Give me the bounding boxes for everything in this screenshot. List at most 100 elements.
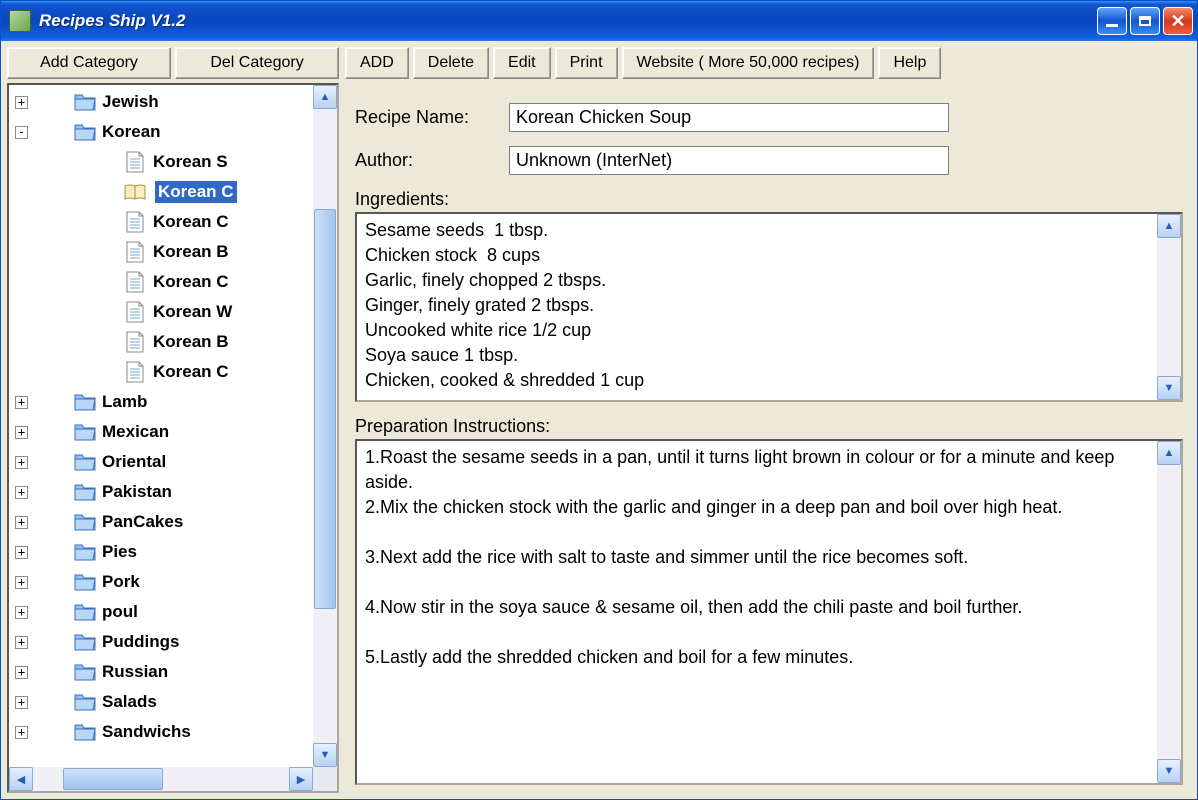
tree-item-label[interactable]: Korean C	[153, 212, 229, 232]
expand-toggle[interactable]: +	[15, 396, 28, 409]
scroll-thumb[interactable]	[63, 768, 163, 790]
del-category-button[interactable]: Del Category	[175, 47, 339, 79]
tree-item-label[interactable]: Jewish	[102, 92, 159, 112]
scroll-up-icon[interactable]: ▲	[313, 85, 337, 109]
category-tree[interactable]: + Jewish - Korean Korean S Korean C Korean C Ko…	[7, 83, 339, 793]
tree-vertical-scrollbar[interactable]: ▲ ▼	[313, 85, 337, 767]
title-bar[interactable]: Recipes Ship V1.2 ✕	[1, 1, 1197, 41]
expand-toggle[interactable]: +	[15, 426, 28, 439]
scroll-up-icon[interactable]: ▲	[1157, 441, 1181, 465]
expand-toggle[interactable]: +	[15, 486, 28, 499]
scroll-right-icon[interactable]: ▶	[289, 767, 313, 791]
tree-category[interactable]: + Lamb	[15, 387, 311, 417]
document-icon	[125, 211, 145, 233]
tree-item-label[interactable]: poul	[102, 602, 138, 622]
close-button[interactable]: ✕	[1163, 7, 1193, 35]
tree-item-label[interactable]: Korean W	[153, 302, 232, 322]
tree-item-label[interactable]: Puddings	[102, 632, 179, 652]
scroll-up-icon[interactable]: ▲	[1157, 214, 1181, 238]
tree-recipe-item[interactable]: Korean B	[15, 237, 311, 267]
expand-toggle[interactable]: +	[15, 96, 28, 109]
tree-category[interactable]: - Korean	[15, 117, 311, 147]
document-icon	[125, 241, 145, 263]
tree-horizontal-scrollbar[interactable]: ◀ ▶	[9, 767, 313, 791]
scroll-corner	[313, 767, 337, 791]
tree-item-label[interactable]: Korean C	[153, 362, 229, 382]
expand-toggle[interactable]: +	[15, 606, 28, 619]
tree-recipe-item[interactable]: Korean B	[15, 327, 311, 357]
scroll-down-icon[interactable]: ▼	[1157, 759, 1181, 783]
tree-item-label[interactable]: Pies	[102, 542, 137, 562]
help-button[interactable]: Help	[878, 47, 941, 79]
tree-item-label[interactable]: Korean C	[153, 272, 229, 292]
tree-category[interactable]: + poul	[15, 597, 311, 627]
folder-icon	[74, 453, 96, 471]
tree-recipe-item[interactable]: Korean W	[15, 297, 311, 327]
tree-item-label[interactable]: Mexican	[102, 422, 169, 442]
folder-icon	[74, 693, 96, 711]
minimize-button[interactable]	[1097, 7, 1127, 35]
tree-category[interactable]: + Russian	[15, 657, 311, 687]
tree-item-label[interactable]: Korean S	[153, 152, 228, 172]
tree-item-label[interactable]: Korean	[102, 122, 161, 142]
add-button[interactable]: ADD	[345, 47, 409, 79]
tree-item-label[interactable]: Lamb	[102, 392, 147, 412]
tree-category[interactable]: + PanCakes	[15, 507, 311, 537]
tree-category[interactable]: + Salads	[15, 687, 311, 717]
ingredients-textarea[interactable]: Sesame seeds 1 tbsp. Chicken stock 8 cup…	[355, 212, 1183, 402]
edit-button[interactable]: Edit	[493, 47, 551, 79]
instructions-textarea[interactable]: 1.Roast the sesame seeds in a pan, until…	[355, 439, 1183, 785]
instructions-scrollbar[interactable]: ▲ ▼	[1157, 441, 1181, 783]
tree-item-label[interactable]: Pork	[102, 572, 140, 592]
expand-toggle[interactable]: +	[15, 696, 28, 709]
tree-recipe-item[interactable]: Korean C	[15, 267, 311, 297]
expand-toggle[interactable]: +	[15, 576, 28, 589]
tree-recipe-item[interactable]: Korean C	[15, 357, 311, 387]
tree-category[interactable]: + Puddings	[15, 627, 311, 657]
document-icon	[125, 331, 145, 353]
folder-icon	[74, 123, 96, 141]
tree-item-label[interactable]: Oriental	[102, 452, 166, 472]
scroll-left-icon[interactable]: ◀	[9, 767, 33, 791]
tree-item-label[interactable]: Pakistan	[102, 482, 172, 502]
expand-toggle[interactable]: +	[15, 666, 28, 679]
tree-item-label[interactable]: Korean B	[153, 242, 229, 262]
folder-icon	[74, 423, 96, 441]
scroll-down-icon[interactable]: ▼	[313, 743, 337, 767]
recipe-name-input[interactable]: Korean Chicken Soup	[509, 103, 949, 132]
scroll-down-icon[interactable]: ▼	[1157, 376, 1181, 400]
tree-category[interactable]: + Oriental	[15, 447, 311, 477]
tree-category[interactable]: + Jewish	[15, 87, 311, 117]
scroll-thumb[interactable]	[314, 209, 336, 609]
add-category-button[interactable]: Add Category	[7, 47, 171, 79]
instructions-content[interactable]: 1.Roast the sesame seeds in a pan, until…	[357, 441, 1157, 783]
expand-toggle[interactable]: +	[15, 636, 28, 649]
expand-toggle[interactable]: +	[15, 726, 28, 739]
ingredients-scrollbar[interactable]: ▲ ▼	[1157, 214, 1181, 400]
expand-toggle[interactable]: +	[15, 546, 28, 559]
tree-item-label[interactable]: Korean B	[153, 332, 229, 352]
ingredients-content[interactable]: Sesame seeds 1 tbsp. Chicken stock 8 cup…	[357, 214, 1157, 400]
tree-category[interactable]: + Pork	[15, 567, 311, 597]
tree-category[interactable]: + Sandwichs	[15, 717, 311, 747]
tree-recipe-item[interactable]: Korean S	[15, 147, 311, 177]
delete-button[interactable]: Delete	[413, 47, 489, 79]
expand-toggle[interactable]: +	[15, 516, 28, 529]
tree-item-label[interactable]: Russian	[102, 662, 168, 682]
tree-recipe-item[interactable]: Korean C	[15, 177, 311, 207]
author-input[interactable]: Unknown (InterNet)	[509, 146, 949, 175]
expand-toggle[interactable]: -	[15, 126, 28, 139]
tree-recipe-item[interactable]: Korean C	[15, 207, 311, 237]
tree-item-label[interactable]: Korean C	[155, 181, 237, 203]
tree-category[interactable]: + Pies	[15, 537, 311, 567]
tree-item-label[interactable]: PanCakes	[102, 512, 183, 532]
website-button[interactable]: Website ( More 50,000 recipes)	[622, 47, 875, 79]
tree-category[interactable]: + Pakistan	[15, 477, 311, 507]
open-book-icon	[123, 182, 147, 202]
print-button[interactable]: Print	[555, 47, 618, 79]
tree-item-label[interactable]: Sandwichs	[102, 722, 191, 742]
tree-item-label[interactable]: Salads	[102, 692, 157, 712]
tree-category[interactable]: + Mexican	[15, 417, 311, 447]
expand-toggle[interactable]: +	[15, 456, 28, 469]
maximize-button[interactable]	[1130, 7, 1160, 35]
